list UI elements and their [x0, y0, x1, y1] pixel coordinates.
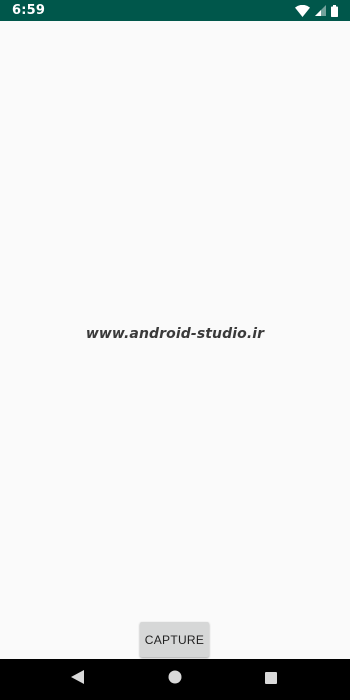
home-icon — [168, 670, 182, 689]
status-bar: 6:59 — [0, 0, 350, 21]
wifi-icon — [295, 4, 310, 17]
watermark-text: www.android-studio.ir — [85, 326, 265, 342]
back-button[interactable] — [47, 659, 107, 700]
status-time: 6:59 — [12, 3, 46, 18]
recents-button[interactable] — [241, 659, 301, 700]
navigation-bar — [0, 659, 350, 700]
battery-icon — [331, 4, 338, 17]
status-icons — [295, 4, 338, 17]
back-icon — [70, 670, 84, 689]
main-content: www.android-studio.ir CAPTURE — [0, 21, 350, 659]
recents-icon — [265, 671, 277, 689]
home-button[interactable] — [145, 659, 205, 700]
signal-icon — [315, 5, 326, 16]
capture-button[interactable]: CAPTURE — [140, 622, 209, 657]
